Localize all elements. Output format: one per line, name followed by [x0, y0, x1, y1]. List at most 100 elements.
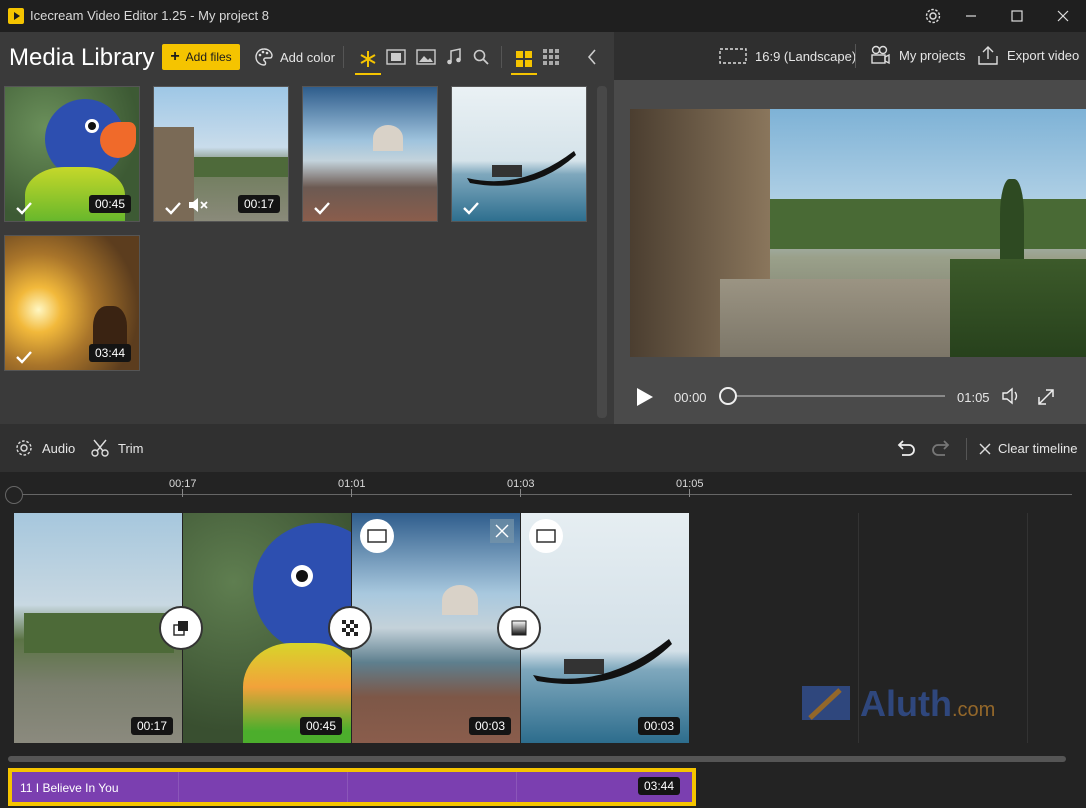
title-bar: Icecream Video Editor 1.25 - My project … — [0, 0, 1086, 32]
scissors-icon — [91, 439, 109, 457]
ruler-tick — [520, 489, 521, 497]
library-header: Media Library + Add files Add color — [0, 32, 614, 82]
my-projects-label: My projects — [899, 47, 966, 63]
maximize-button[interactable] — [994, 0, 1040, 32]
collapse-panel-button[interactable] — [586, 48, 598, 66]
play-icon — [637, 388, 653, 406]
watermark-brand: Aluth — [860, 683, 952, 724]
clip-duration: 00:03 — [468, 717, 511, 735]
ruler-line — [22, 494, 1072, 495]
grid-line — [1027, 513, 1028, 743]
timeline-clip-gondola[interactable]: 00:03 — [521, 513, 689, 743]
audio-track-name: 11 I Believe In You — [20, 781, 119, 795]
large-grid-view-tab[interactable] — [511, 45, 537, 75]
transition-button[interactable] — [328, 606, 372, 650]
my-projects-button[interactable]: My projects — [869, 44, 965, 66]
fullscreen-button[interactable] — [1036, 387, 1056, 407]
clear-timeline-button[interactable]: Clear timeline — [978, 441, 1077, 456]
watermark: Aluth .com — [800, 682, 995, 726]
ruler-tick — [351, 489, 352, 497]
hammer-logo-icon — [802, 686, 850, 720]
audio-label: Audio — [42, 440, 76, 456]
minimize-icon — [966, 15, 976, 17]
play-button[interactable] — [636, 387, 654, 407]
audio-track-duration: 03:44 — [637, 777, 680, 795]
redo-button[interactable] — [931, 438, 953, 458]
video-preview[interactable] — [630, 109, 1086, 357]
media-item-rome[interactable]: 00:17 — [153, 86, 289, 222]
media-item-venice[interactable] — [302, 86, 438, 222]
plus-icon: + — [170, 48, 180, 65]
export-video-button[interactable]: Export video — [977, 44, 1079, 66]
add-files-label: Add files — [185, 50, 232, 64]
undo-button[interactable] — [894, 438, 916, 458]
check-icon — [16, 202, 32, 215]
overlap-icon — [173, 621, 188, 636]
preview-panel: 16:9 (Landscape) My projects Export vide… — [614, 32, 1086, 424]
transition-button[interactable] — [497, 606, 541, 650]
divider — [855, 44, 856, 68]
crop-toggle-button[interactable] — [360, 519, 394, 553]
seek-handle[interactable] — [719, 387, 737, 405]
timeline-clip-rome[interactable]: 00:17 — [14, 513, 182, 743]
timeline-toolbar: Audio Trim Clear timeline — [0, 424, 1086, 472]
fade-icon — [511, 620, 527, 636]
frame-icon — [536, 529, 556, 543]
filter-image-tab[interactable] — [416, 48, 436, 66]
current-time: 00:00 — [674, 390, 707, 405]
gear-icon — [925, 8, 941, 24]
upload-icon — [978, 46, 998, 65]
filter-audio-tab[interactable] — [445, 48, 463, 66]
window-title: Icecream Video Editor 1.25 - My project … — [30, 8, 269, 23]
audio-track-clip[interactable]: 11 I Believe In You 03:44 — [8, 768, 696, 806]
aspect-ratio-button[interactable]: 16:9 (Landscape) — [719, 48, 856, 64]
add-files-button[interactable]: + Add files — [162, 44, 240, 70]
timeline-clip-parrot[interactable]: 00:45 — [183, 513, 351, 743]
media-duration: 00:17 — [237, 195, 280, 213]
add-color-label: Add color — [280, 49, 335, 65]
filter-all-tab[interactable] — [355, 45, 381, 75]
add-color-button[interactable]: Add color — [254, 47, 335, 67]
camera-icon — [871, 45, 890, 65]
close-icon — [979, 443, 991, 454]
star-icon — [360, 51, 376, 67]
audio-button[interactable]: Audio — [14, 438, 75, 458]
timeline-scrollbar[interactable] — [8, 756, 1066, 762]
preview-header: 16:9 (Landscape) My projects Export vide… — [614, 32, 1086, 80]
film-icon — [386, 49, 406, 65]
frame-icon — [367, 529, 387, 543]
expand-icon — [1038, 389, 1054, 405]
check-icon — [16, 351, 32, 364]
aspect-ratio-label: 16:9 (Landscape) — [755, 48, 857, 64]
clip-duration: 00:45 — [299, 717, 342, 735]
library-scrollbar[interactable] — [597, 86, 607, 418]
seek-bar[interactable] — [727, 395, 945, 397]
watermark-suffix: .com — [951, 698, 996, 721]
media-item-album-cover[interactable]: 03:44 — [4, 235, 140, 371]
library-title: Media Library — [9, 44, 155, 71]
remove-clip-button[interactable] — [490, 519, 514, 543]
close-icon — [495, 524, 509, 538]
filter-video-tab[interactable] — [386, 48, 406, 66]
minimize-button[interactable] — [948, 0, 994, 32]
divider — [966, 438, 967, 460]
search-button[interactable] — [472, 48, 490, 66]
trim-button[interactable]: Trim — [90, 438, 144, 458]
music-note-icon — [447, 48, 461, 65]
transition-button[interactable] — [159, 606, 203, 650]
timeline-clip-venice[interactable]: 00:03 — [352, 513, 520, 743]
volume-button[interactable] — [1002, 387, 1020, 405]
playhead-handle[interactable] — [5, 486, 23, 504]
small-grid-view-tab[interactable] — [543, 49, 559, 65]
media-item-gondola[interactable] — [451, 86, 587, 222]
crop-toggle-button[interactable] — [529, 519, 563, 553]
total-time: 01:05 — [957, 390, 990, 405]
timeline: 00:17 01:01 01:03 01:05 00:17 00:45 00:0… — [0, 472, 1086, 808]
ruler-tick — [689, 489, 690, 497]
check-icon — [165, 202, 181, 215]
maximize-icon — [1011, 10, 1023, 22]
undo-icon — [897, 440, 915, 456]
export-video-label: Export video — [1007, 47, 1080, 63]
close-button[interactable] — [1040, 0, 1086, 32]
media-item-parrot[interactable]: 00:45 — [4, 86, 140, 222]
